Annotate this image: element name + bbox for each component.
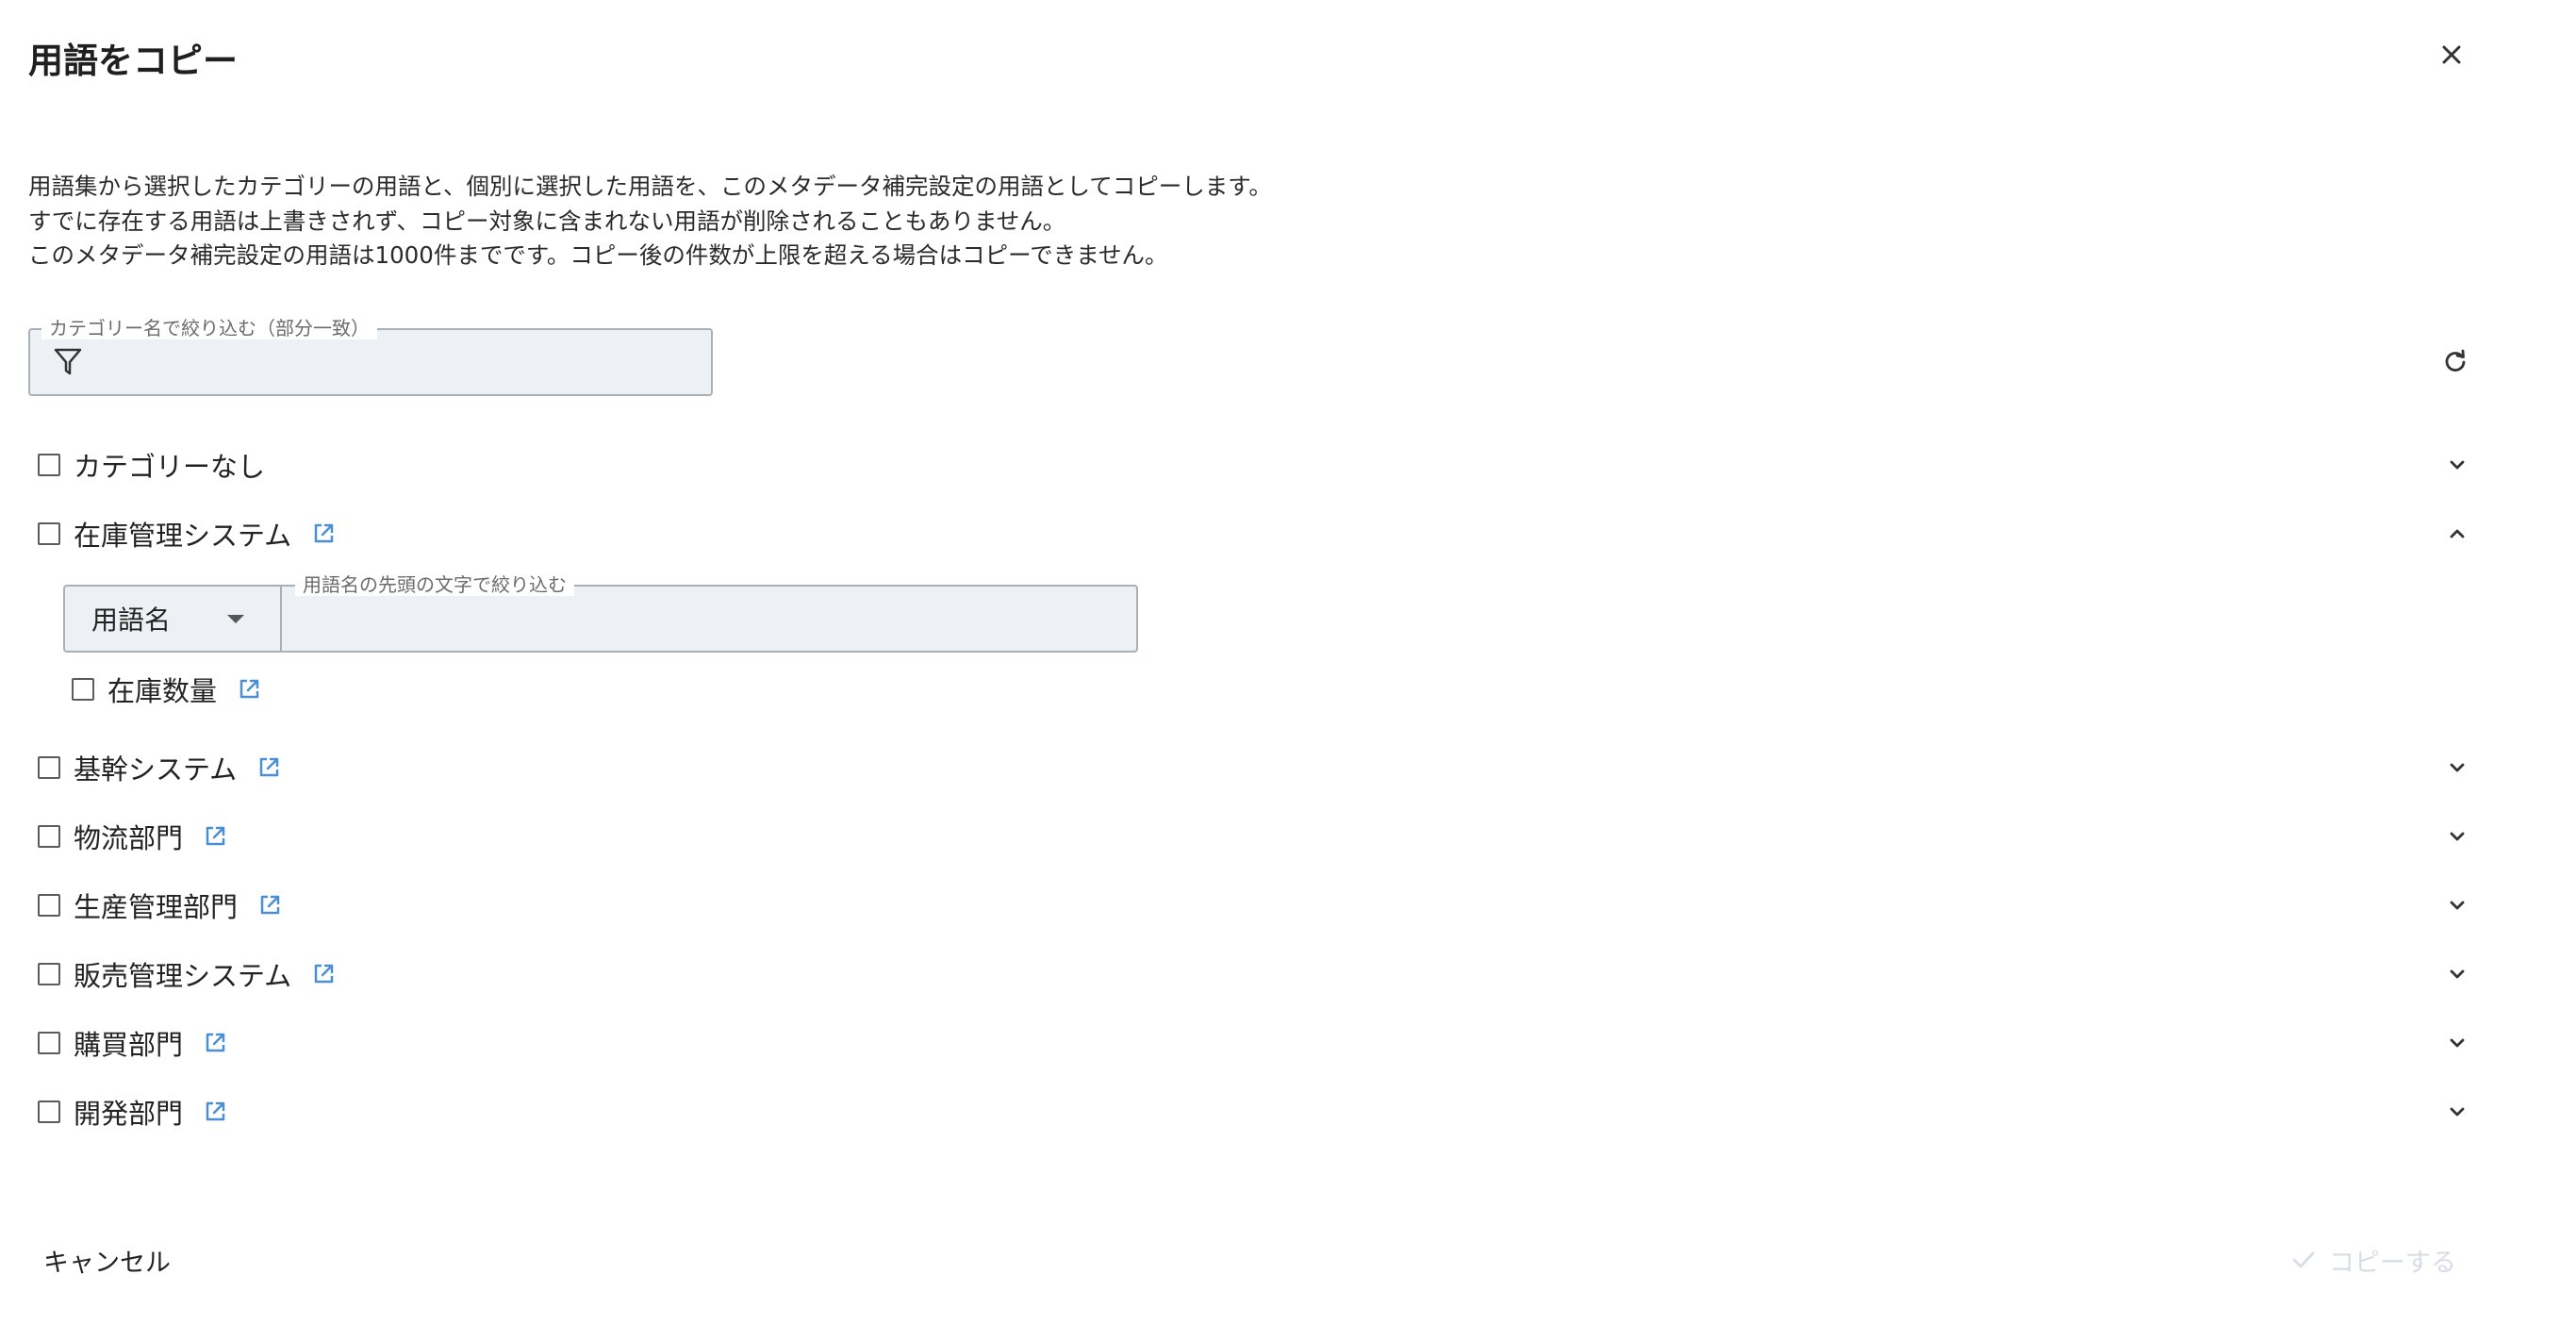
category-item-production: 生産管理部門 [38, 884, 281, 927]
term-filter-input[interactable] [295, 598, 1129, 641]
external-link-icon[interactable] [204, 1101, 226, 1123]
term-filter-field: 用語名 用語名の先頭の文字で絞り込む [63, 573, 1138, 653]
category-label: 開発部門 [74, 1098, 184, 1130]
category-label: 生産管理部門 [74, 891, 239, 923]
category-checkbox[interactable] [38, 756, 60, 779]
category-checkbox[interactable] [38, 825, 60, 848]
expand-button[interactable] [2440, 819, 2474, 853]
term-filter-type-value: 用語名 [91, 604, 172, 636]
external-link-icon[interactable] [204, 825, 226, 848]
category-label: 販売管理システム [74, 960, 292, 992]
category-label: 購買部門 [74, 1029, 184, 1061]
category-label: カテゴリーなし [74, 451, 266, 483]
expand-button[interactable] [2440, 1026, 2474, 1060]
category-checkbox[interactable] [38, 454, 60, 476]
chevron-down-icon [2450, 1038, 2465, 1048]
expand-button[interactable] [2440, 448, 2474, 482]
category-checkbox[interactable] [38, 1032, 60, 1054]
chevron-down-icon [2450, 832, 2465, 841]
description-line: このメタデータ補完設定の用語は1000件までです。コピー後の件数が上限を超える場… [28, 241, 1168, 269]
term-filter-type-select[interactable]: 用語名 [65, 587, 282, 651]
external-link-icon[interactable] [257, 756, 280, 779]
category-label: 基幹システム [74, 753, 238, 786]
dialog-description: 用語集から選択したカテゴリーの用語と、個別に選択した用語を、このメタデータ補完設… [28, 170, 1272, 273]
category-label: 在庫管理システム [74, 520, 292, 552]
close-button[interactable] [2431, 34, 2472, 75]
category-item-purchasing: 購買部門 [38, 1021, 226, 1065]
chevron-down-icon [2450, 901, 2465, 910]
term-label: 在庫数量 [107, 675, 218, 707]
chevron-down-icon [2450, 460, 2465, 470]
category-label: 物流部門 [74, 822, 184, 854]
external-link-icon[interactable] [312, 963, 335, 985]
term-item: 在庫数量 [72, 668, 260, 711]
refresh-icon [2445, 349, 2466, 372]
filter-icon [54, 348, 82, 375]
category-checkbox[interactable] [38, 1101, 60, 1123]
category-item-none: カテゴリーなし [38, 443, 265, 487]
expand-button[interactable] [2440, 888, 2474, 922]
category-filter-label: カテゴリー名で絞り込む（部分一致） [41, 317, 377, 339]
copy-button-label: コピーする [2329, 1248, 2456, 1278]
chevron-down-icon [2450, 1107, 2465, 1117]
external-link-icon[interactable] [204, 1032, 226, 1054]
category-checkbox[interactable] [38, 522, 60, 545]
dropdown-caret-icon [227, 615, 244, 623]
category-item-core: 基幹システム [38, 746, 280, 789]
category-checkbox[interactable] [38, 894, 60, 917]
external-link-icon[interactable] [238, 678, 260, 701]
expand-button[interactable] [2440, 751, 2474, 785]
expand-button[interactable] [2440, 1095, 2474, 1129]
chevron-down-icon [2450, 969, 2465, 979]
category-item-development: 開発部門 [38, 1090, 226, 1134]
external-link-icon[interactable] [312, 522, 335, 545]
chevron-up-icon [2450, 529, 2465, 538]
cancel-button[interactable]: キャンセル [28, 1239, 186, 1281]
dialog-title: 用語をコピー [28, 41, 238, 81]
category-item-logistics: 物流部門 [38, 815, 226, 858]
copy-button[interactable]: コピーする [2291, 1239, 2456, 1281]
category-filter-input[interactable] [96, 341, 703, 385]
category-item-inventory: 在庫管理システム [38, 512, 335, 555]
chevron-down-icon [2450, 763, 2465, 772]
refresh-button[interactable] [2438, 345, 2472, 379]
category-checkbox[interactable] [38, 963, 60, 985]
category-item-sales: 販売管理システム [38, 952, 335, 996]
external-link-icon[interactable] [258, 894, 281, 917]
description-line: 用語集から選択したカテゴリーの用語と、個別に選択した用語を、このメタデータ補完設… [28, 173, 1272, 200]
description-line: すでに存在する用語は上書きされず、コピー対象に含まれない用語が削除されることもあ… [28, 207, 1066, 235]
term-filter-label: 用語名の先頭の文字で絞り込む [295, 573, 574, 596]
collapse-button[interactable] [2440, 517, 2474, 551]
check-icon [2292, 1251, 2315, 1268]
expand-button[interactable] [2440, 957, 2474, 991]
term-checkbox[interactable] [72, 678, 94, 701]
close-icon [2442, 45, 2461, 64]
category-filter-field[interactable]: カテゴリー名で絞り込む（部分一致） [28, 317, 713, 396]
